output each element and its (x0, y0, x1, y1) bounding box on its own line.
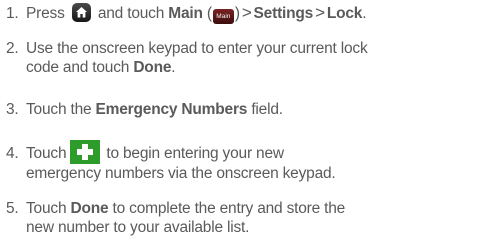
step-number: 4. (6, 145, 19, 162)
paren-open: ( (206, 5, 212, 22)
step-number: 5. (6, 200, 19, 217)
step-text: emergency numbers via the onscreen keypa… (26, 165, 336, 182)
step-text: Use the onscreen keypad to enter your cu… (26, 40, 368, 57)
step-text: to complete the entry and store the (112, 200, 346, 217)
step-3: 3. Touch the Emergency Numbers field. (6, 100, 485, 119)
step-number: 2. (6, 40, 19, 57)
step-text: code and touch (26, 59, 130, 76)
lock-label: Lock (326, 5, 363, 22)
step-number: 3. (6, 101, 19, 118)
main-menu-icon: Main (212, 9, 234, 24)
settings-label: Settings (253, 5, 314, 22)
done-label: Done (70, 200, 109, 217)
path-separator: > (241, 3, 252, 22)
step-text: new number to your available list. (26, 219, 250, 236)
step-5: 5. Touch Done to complete the entry and s… (6, 199, 485, 237)
step-text: Touch (26, 200, 67, 217)
period: . (171, 59, 176, 76)
step-text: to begin entering your new (106, 145, 284, 162)
plus-icon (70, 140, 101, 164)
main-label: Main (168, 5, 203, 22)
step-text: Touch the (26, 101, 92, 118)
period: . (362, 5, 367, 22)
step-text: field. (251, 101, 283, 118)
step-text: Press (26, 5, 65, 22)
home-icon (71, 3, 91, 22)
step-number: 1. (6, 5, 19, 22)
step-text: and touch (97, 5, 165, 22)
path-separator: > (315, 3, 325, 22)
emergency-numbers-label: Emergency Numbers (95, 101, 248, 118)
step-1: 1. Press and touch Main (Main) > Settings > L… (6, 3, 485, 24)
done-label: Done (133, 59, 172, 76)
step-4: 4. Touch to begin entering your new emerge… (6, 140, 485, 183)
step-2: 2. Use the onscreen keypad to enter your … (6, 39, 485, 77)
step-text: Touch (26, 145, 67, 162)
